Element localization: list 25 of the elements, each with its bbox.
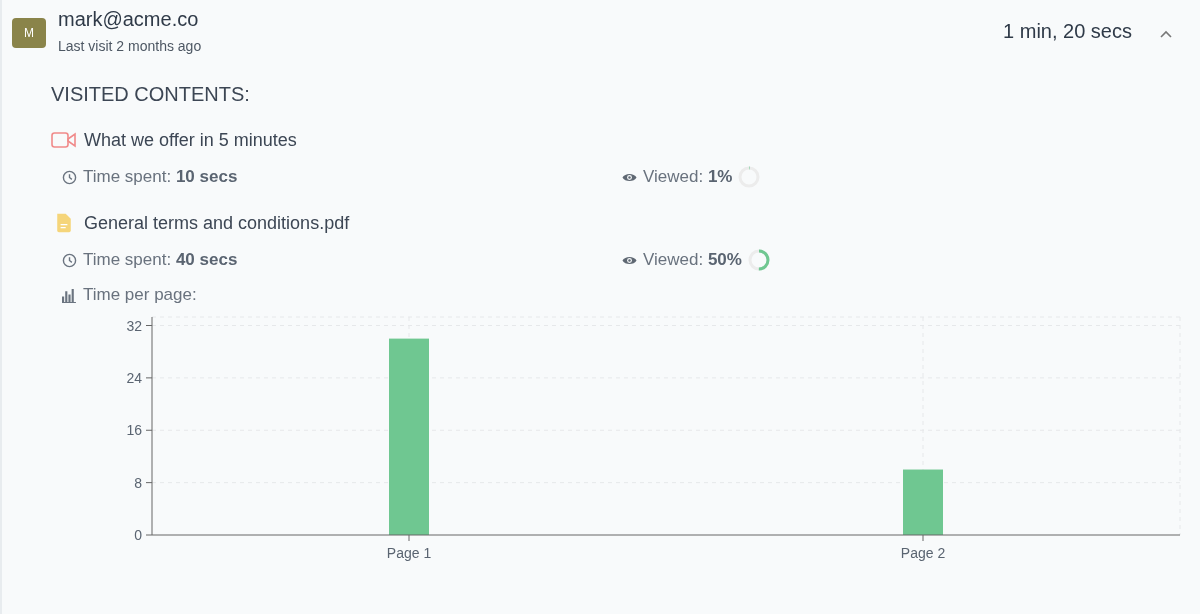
clock-icon <box>62 169 77 185</box>
y-tick-label: 24 <box>126 369 142 386</box>
y-tick-label: 0 <box>134 527 142 543</box>
chart-bar <box>903 469 943 535</box>
viewed-percent: Viewed: 50% <box>643 250 742 270</box>
viewed-percent: Viewed: 1% <box>643 167 733 187</box>
total-time: 1 min, 20 secs <box>1003 20 1132 43</box>
time-spent: Time spent: 40 secs <box>83 250 238 270</box>
content-title[interactable]: What we offer in 5 minutes <box>84 129 297 151</box>
video-camera-icon <box>51 129 77 151</box>
clock-icon <box>62 252 77 268</box>
time-per-page-label: Time per page: <box>83 285 197 305</box>
avatar: M <box>12 18 46 48</box>
x-tick-label: Page 1 <box>386 545 432 561</box>
y-tick-label: 16 <box>126 422 142 439</box>
collapse-chevron-icon[interactable] <box>1160 30 1172 38</box>
time-spent: Time spent: 10 secs <box>83 167 238 187</box>
last-visit: Last visit 2 months ago <box>58 38 203 54</box>
x-tick-label: Page 2 <box>900 545 946 561</box>
y-tick-label: 8 <box>134 474 142 491</box>
y-tick-label: 32 <box>126 317 142 334</box>
visitor-email: mark@acme.co <box>58 7 200 32</box>
bar-chart-icon <box>62 287 77 303</box>
section-title: VISITED CONTENTS: <box>51 82 251 106</box>
content-title[interactable]: General terms and conditions.pdf <box>84 212 350 234</box>
